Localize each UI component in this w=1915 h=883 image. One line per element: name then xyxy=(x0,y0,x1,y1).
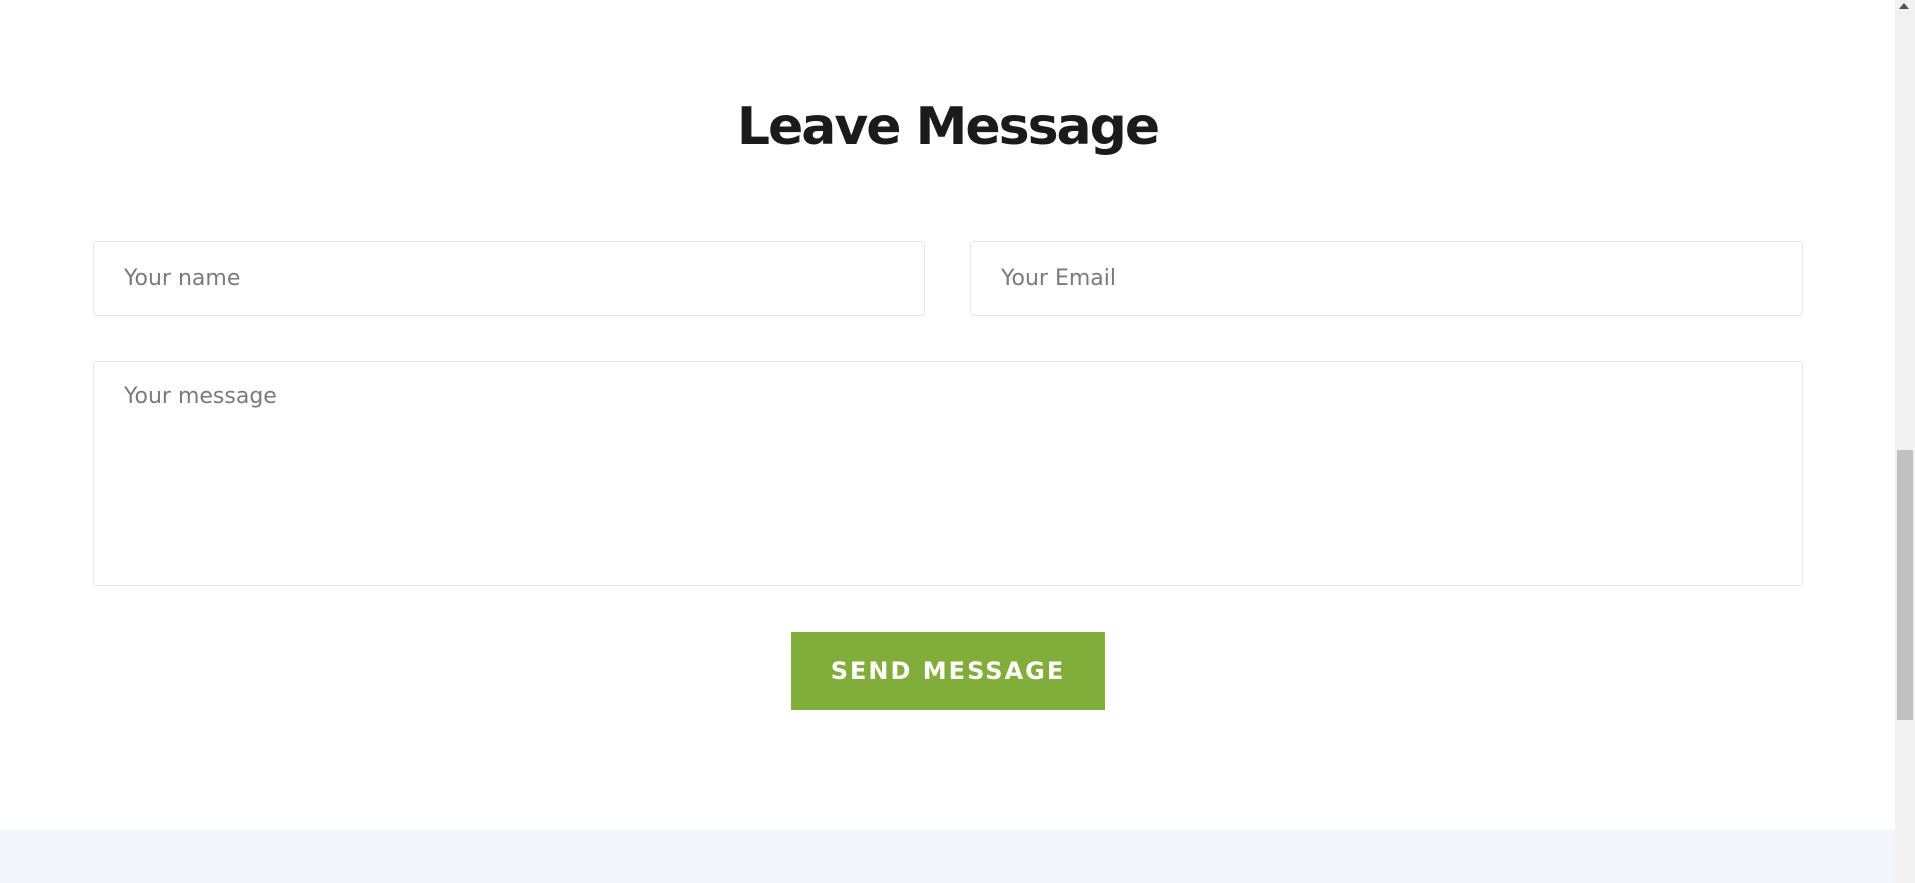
message-textarea[interactable] xyxy=(93,361,1803,586)
name-input[interactable] xyxy=(93,241,925,316)
scrollbar-thumb[interactable] xyxy=(1897,450,1913,720)
page: Leave Message SEND MESSAGE xyxy=(0,0,1915,883)
scroll-up-arrow-icon[interactable] xyxy=(1899,3,1909,9)
section-heading: Leave Message xyxy=(736,97,1160,157)
footer-band xyxy=(0,830,1895,883)
email-input[interactable] xyxy=(970,241,1803,316)
leave-message-section: Leave Message SEND MESSAGE xyxy=(0,0,1895,883)
vertical-scrollbar[interactable] xyxy=(1895,0,1915,883)
send-message-button[interactable]: SEND MESSAGE xyxy=(791,632,1105,710)
